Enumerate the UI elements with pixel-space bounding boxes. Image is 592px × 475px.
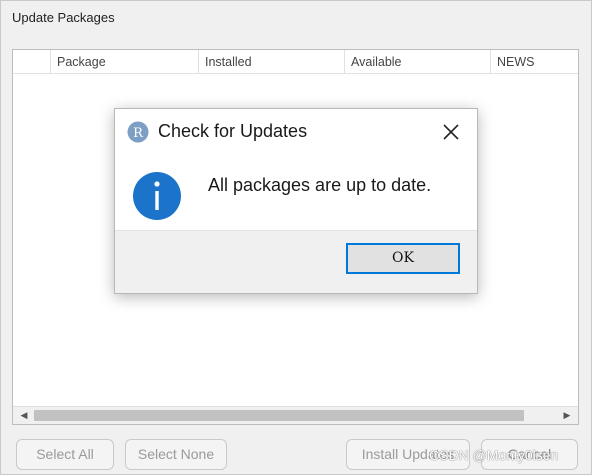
window-title: Update Packages — [12, 10, 115, 25]
close-icon[interactable] — [441, 122, 461, 142]
ok-button[interactable]: OK — [346, 243, 460, 274]
column-header-available[interactable]: Available — [344, 50, 490, 73]
horizontal-scrollbar[interactable]: ◀ ▶ — [13, 406, 578, 424]
scroll-left-icon[interactable]: ◀ — [15, 407, 33, 424]
column-header-package[interactable]: Package — [50, 50, 198, 73]
dialog-message: All packages are up to date. — [208, 175, 432, 195]
dialog-footer: OK — [115, 230, 477, 293]
check-for-updates-dialog: R Check for Updates All packages are up … — [114, 108, 478, 294]
r-logo-icon: R — [127, 121, 149, 143]
select-all-button[interactable]: Select All — [16, 439, 114, 470]
select-none-button[interactable]: Select None — [125, 439, 227, 470]
checkbox-column-header[interactable] — [13, 50, 50, 73]
column-header-installed[interactable]: Installed — [198, 50, 344, 73]
info-icon — [133, 172, 181, 220]
watermark-text: CSDN @Monty0lsen — [429, 447, 559, 463]
dialog-title: Check for Updates — [158, 121, 308, 141]
table-header: Package Installed Available NEWS — [13, 50, 578, 74]
svg-text:R: R — [133, 126, 144, 141]
column-header-news[interactable]: NEWS — [490, 50, 580, 73]
scrollbar-thumb[interactable] — [34, 410, 524, 421]
scroll-right-icon[interactable]: ▶ — [558, 407, 576, 424]
